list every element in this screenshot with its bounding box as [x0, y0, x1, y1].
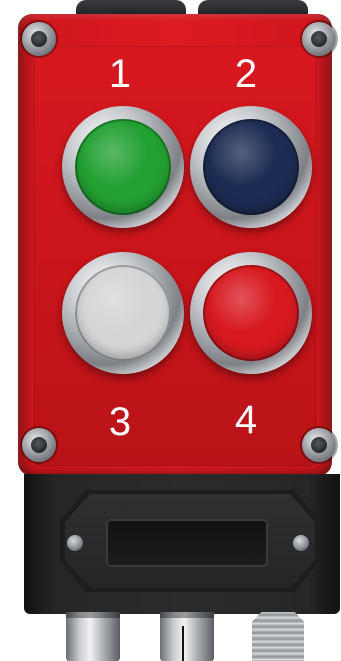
screw-icon — [302, 22, 336, 56]
screw-icon — [302, 428, 336, 462]
button-number-1: 1 — [108, 52, 132, 96]
button-number-4: 4 — [234, 398, 258, 442]
pin-line — [182, 626, 184, 661]
button-number-3: 3 — [108, 400, 132, 444]
push-button-4[interactable] — [190, 252, 312, 374]
screw-icon — [22, 22, 56, 56]
push-button-1[interactable] — [62, 106, 184, 228]
push-button-2[interactable] — [190, 106, 312, 228]
push-button-3[interactable] — [62, 252, 184, 374]
button-number-2: 2 — [234, 52, 258, 96]
screw-icon — [22, 428, 56, 462]
cable-gland-2 — [160, 612, 214, 661]
button-cap-blue — [203, 119, 299, 215]
button-cap-white — [75, 265, 171, 361]
screw-icon — [293, 535, 309, 551]
m12-connector — [252, 612, 304, 661]
button-cap-green — [75, 119, 171, 215]
screw-icon — [67, 535, 83, 551]
cable-gland-1 — [66, 612, 120, 661]
button-cap-red — [203, 265, 299, 361]
interface-slot — [106, 519, 268, 567]
